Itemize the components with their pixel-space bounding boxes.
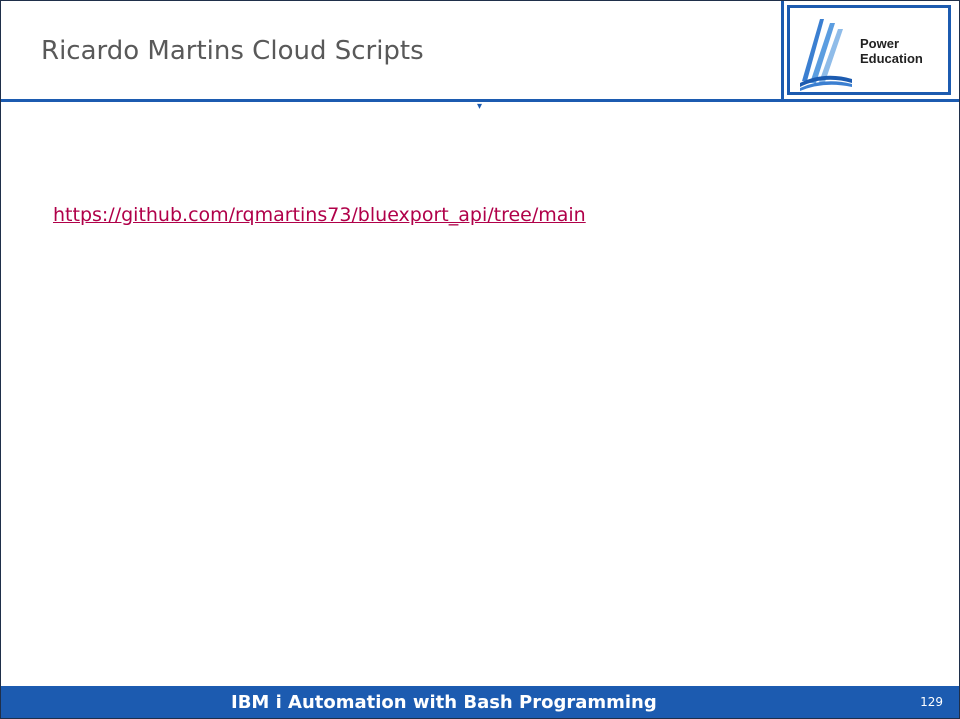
github-link[interactable]: https://github.com/rqmartins73/bluexport… [53, 204, 586, 226]
power-education-logo: Power Education [787, 5, 951, 95]
header-tick-mark: ▾ [477, 101, 483, 112]
book-icon [800, 19, 852, 91]
logo-text: Power Education [860, 36, 923, 66]
footer-title: IBM i Automation with Bash Programming [231, 692, 657, 713]
slide-footer: IBM i Automation with Bash Programming 1… [1, 686, 959, 718]
logo-line-1: Power [860, 36, 900, 51]
page-number: 129 [920, 695, 943, 709]
slide: Ricardo Martins Cloud Scripts ▾ Power Ed… [0, 0, 960, 719]
logo-container: Power Education [781, 1, 959, 102]
logo-line-2: Education [860, 51, 923, 66]
slide-title: Ricardo Martins Cloud Scripts [41, 36, 424, 66]
slide-header: Ricardo Martins Cloud Scripts [1, 1, 781, 102]
